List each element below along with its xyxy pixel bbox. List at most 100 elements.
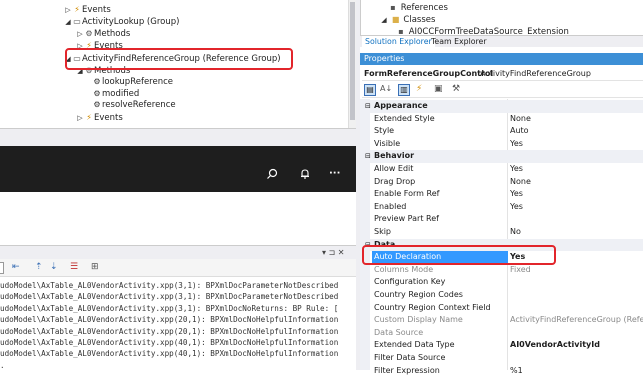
property-name: Visible [374, 138, 401, 148]
property-name: Country Region Codes [374, 290, 463, 299]
property-name: Skip [374, 227, 392, 236]
solution-item-classes[interactable]: ◢ ■ Classes [380, 14, 435, 26]
properties-object-selector[interactable]: FormReferenceGroupControl ActivityFindRe… [362, 67, 643, 81]
solution-tabs: Solution Explorer Team Explorer [360, 35, 643, 47]
output-line: udoModel\AxTable_AL0VendorActivity.xpp(3… [0, 303, 339, 313]
highlight-auto-declaration [362, 245, 556, 265]
tree-scrollbar-thumb[interactable] [350, 2, 355, 120]
property-row[interactable]: Filter Data Source [362, 352, 643, 365]
property-name: Data Source [374, 327, 424, 337]
property-name: Preview Part Ref [374, 214, 439, 224]
tree-item-label: resolveReference [102, 100, 176, 110]
property-name: Enabled [374, 201, 407, 211]
expand-arrow-icon[interactable]: ◢ [64, 16, 72, 28]
tree-item-label: Methods [94, 29, 131, 39]
property-value[interactable]: Yes [510, 201, 523, 214]
property-value[interactable]: AI0VendorActivityId [510, 339, 600, 352]
property-value[interactable]: ActivityFindReferenceGroup (Refer [510, 314, 643, 327]
output-toolbar: ⇤ ⇡ ⇣ ☰ ⊞ [0, 259, 356, 277]
property-row[interactable]: Style Auto [362, 125, 643, 138]
output-panel-header: ▾ ⊐ ✕ [0, 245, 356, 259]
property-category[interactable]: ⊟ Behavior [362, 150, 643, 163]
property-row[interactable]: Columns Mode Fixed [362, 264, 643, 277]
tree-item[interactable]: ▷ ⚡ Events [64, 4, 110, 16]
solution-item-label: AI0CCFormTreeDataSource_Extension [408, 27, 569, 35]
clear-all-icon[interactable]: ☰ [70, 262, 78, 272]
filter-dropdown-icon[interactable] [0, 262, 4, 274]
property-value[interactable]: %1 [510, 365, 523, 377]
indent-icon[interactable]: ⇤ [12, 262, 20, 272]
property-row[interactable]: Enabled Yes [362, 201, 643, 214]
more-icon[interactable]: ··· [329, 168, 340, 180]
property-row[interactable]: Visible Yes [362, 138, 643, 151]
property-row[interactable]: Extended Style None [362, 113, 643, 126]
object-name: ActivityFindReferenceGroup [480, 69, 591, 78]
outdent-icon[interactable]: ⇡ [35, 262, 43, 272]
property-row[interactable]: Preview Part Ref [362, 213, 643, 226]
tree-scrollbar[interactable] [348, 0, 356, 128]
search-icon[interactable] [266, 168, 278, 180]
property-row[interactable]: Extended Data Type AI0VendorActivityId [362, 339, 643, 352]
bell-icon[interactable] [299, 168, 311, 180]
tree-item[interactable]: ⚙lookupReference [92, 76, 173, 88]
expand-arrow-icon[interactable]: ▷ [64, 4, 72, 16]
solution-item-references[interactable]: ▪ References [388, 2, 448, 14]
property-value[interactable]: Fixed [510, 264, 531, 277]
property-name: Custom Display Name [374, 315, 463, 325]
property-row[interactable]: Configuration Key [362, 276, 643, 289]
tree-item-label: ActivityLookup (Group) [82, 17, 180, 27]
tab-solution-explorer[interactable]: Solution Explorer [362, 36, 435, 47]
output-line: udoModel\AxTable_AL0VendorActivity.xpp(2… [0, 326, 339, 336]
word-wrap-icon[interactable]: ⊞ [91, 262, 99, 272]
tree-item[interactable]: ▷ ⚙Methods [76, 28, 130, 40]
expand-arrow-icon[interactable]: ◢ [380, 14, 388, 26]
property-row[interactable]: Data Source [362, 327, 643, 340]
property-category[interactable]: ⊟ Appearance [362, 100, 643, 113]
output-line: udoModel\AxTable_AL0VendorActivity.xpp(4… [0, 349, 339, 359]
property-name: Allow Edit [374, 164, 414, 173]
property-row[interactable]: Enable Form Ref Yes [362, 188, 643, 201]
property-row[interactable]: Allow Edit Yes [362, 163, 643, 176]
events-icon[interactable]: ⚡ [416, 84, 422, 94]
property-row[interactable]: Country Region Context Field [362, 302, 643, 315]
method-icon: ⚙ [93, 77, 101, 86]
property-row[interactable]: Drag Drop None [362, 176, 643, 189]
tree-item[interactable]: ⚙resolveReference [92, 99, 176, 111]
property-name: Columns Mode [374, 264, 434, 274]
solution-item-class[interactable]: ▪ AI0CCFormTreeDataSource_Extension [396, 26, 569, 35]
property-row[interactable]: Skip No [362, 226, 643, 239]
expand-arrow-icon[interactable]: ▷ [76, 112, 84, 124]
method-icon: ⚙ [93, 100, 101, 109]
collapse-icon[interactable]: ⊟ [365, 150, 371, 163]
property-value[interactable]: Yes [510, 188, 523, 201]
solution-item-label: Classes [403, 15, 436, 25]
next-message-icon[interactable]: ⇣ [50, 262, 58, 272]
property-value[interactable]: Yes [510, 138, 523, 151]
tree-item[interactable]: ▷ ⚡ Events [76, 112, 122, 124]
property-pages-icon[interactable]: ▣ [434, 84, 443, 94]
expand-arrow-icon[interactable]: ▷ [76, 28, 84, 40]
categorized-icon[interactable]: ▤ [364, 84, 376, 96]
output-line: udoModel\AxTable_AL0VendorActivity.xpp(4… [0, 338, 339, 347]
tab-team-explorer[interactable]: Team Explorer [428, 36, 490, 47]
property-row[interactable]: Filter Expression %1 [362, 365, 643, 377]
property-value[interactable]: Auto [510, 125, 529, 138]
properties-icon[interactable]: ▥ [398, 84, 410, 96]
property-value[interactable]: No [510, 226, 521, 239]
property-value[interactable]: Yes [510, 163, 523, 176]
property-value[interactable]: None [510, 113, 531, 126]
property-name: Extended Data Type [374, 340, 455, 350]
class-icon: ▪ [398, 27, 404, 35]
collapse-icon[interactable]: ⊟ [365, 100, 371, 113]
references-icon: ▪ [390, 3, 396, 12]
alphabetical-icon[interactable]: A↓ [380, 84, 392, 93]
property-row[interactable]: Custom Display Name ActivityFindReference… [362, 314, 643, 327]
methods-icon: ⚙ [85, 29, 93, 38]
tree-item-label: modified [102, 89, 140, 99]
property-value[interactable]: None [510, 176, 531, 189]
tree-item[interactable]: ◢ ▭ActivityLookup (Group) [64, 16, 179, 28]
category-label: Behavior [374, 151, 415, 161]
panel-options[interactable]: ▾ ⊐ ✕ [322, 247, 345, 259]
wrench-icon[interactable]: ⚒ [452, 84, 460, 94]
property-row[interactable]: Country Region Codes [362, 289, 643, 302]
